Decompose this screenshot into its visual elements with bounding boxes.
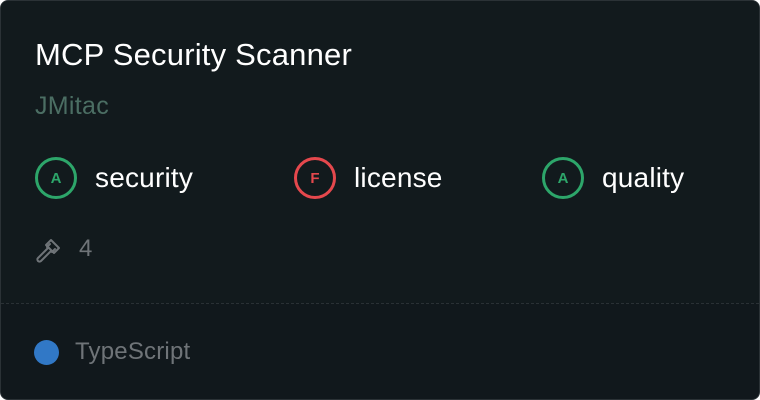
- language-color-dot: [34, 339, 59, 365]
- hammer-icon: [33, 235, 61, 263]
- license-grade-label: license: [354, 162, 443, 193]
- server-title[interactable]: MCP Security Scanner: [35, 35, 352, 75]
- tools-count: 4: [79, 235, 93, 262]
- server-card[interactable]: MCP Security Scanner JMitac A security F…: [0, 0, 760, 400]
- license-grade-badge: F: [294, 157, 336, 199]
- license-grade: F license: [294, 155, 443, 201]
- quality-grade-badge: A: [542, 157, 584, 199]
- author-name[interactable]: JMitac: [35, 90, 109, 122]
- card-body: MCP Security Scanner JMitac A security F…: [1, 1, 759, 303]
- security-grade-label: security: [95, 162, 194, 193]
- quality-grade-label: quality: [602, 162, 685, 193]
- tools-count-row: 4: [33, 233, 92, 265]
- language-row: TypeScript: [34, 337, 190, 367]
- quality-grade: A quality: [542, 155, 684, 201]
- security-grade-badge: A: [35, 157, 77, 199]
- card-divider: [1, 303, 759, 304]
- security-grade: A security: [35, 155, 193, 201]
- language-label: TypeScript: [75, 338, 191, 365]
